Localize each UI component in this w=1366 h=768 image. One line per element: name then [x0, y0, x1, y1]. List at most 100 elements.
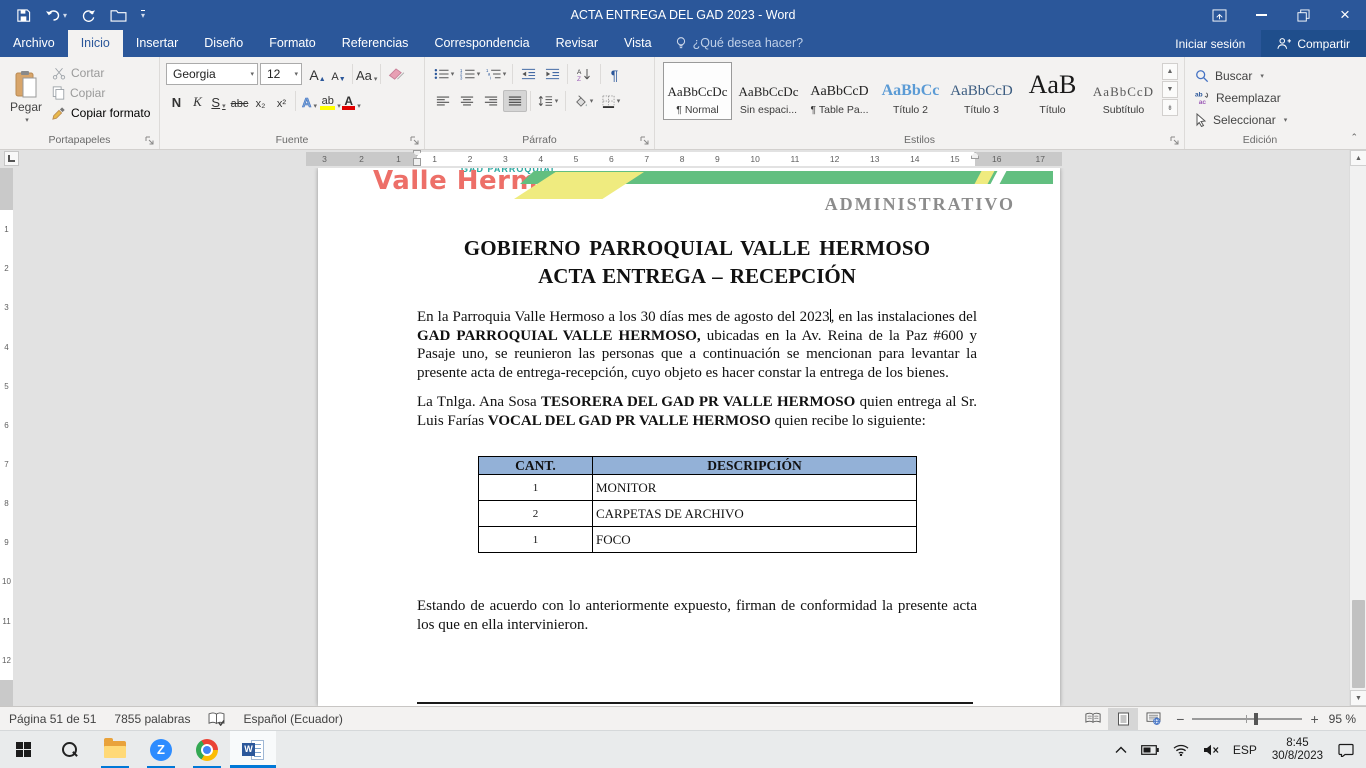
sort-button[interactable]: AZ — [571, 63, 597, 85]
restore-icon[interactable] — [1282, 0, 1324, 30]
superscript-button[interactable]: x² — [271, 90, 292, 112]
show-paragraph-marks-button[interactable]: ¶ — [604, 63, 625, 85]
zoom-out-icon[interactable]: − — [1176, 711, 1184, 727]
italic-button[interactable]: K — [187, 90, 208, 112]
tab-revisar[interactable]: Revisar — [543, 30, 611, 57]
collapse-ribbon-icon[interactable]: ⌃ — [1350, 132, 1358, 143]
styles-scroll-down-icon[interactable]: ▼ — [1162, 81, 1178, 98]
find-button[interactable]: Buscar▾ — [1195, 65, 1331, 87]
font-dialog-launcher[interactable] — [410, 136, 420, 146]
clear-formatting-button[interactable] — [384, 63, 408, 85]
align-right-button[interactable] — [479, 90, 503, 112]
change-case-button[interactable]: Aa▾ — [356, 63, 377, 85]
zoom-percentage[interactable]: 95 % — [1327, 712, 1366, 726]
tray-chevron-up-icon[interactable] — [1108, 731, 1134, 768]
paragraph-1[interactable]: En la Parroquia Valle Hermoso a los 30 d… — [417, 308, 977, 383]
minimize-icon[interactable] — [1240, 0, 1282, 30]
line-spacing-button[interactable]: ▾ — [534, 90, 562, 112]
share-button[interactable]: Compartir — [1261, 30, 1366, 57]
word-count[interactable]: 7855 palabras — [105, 707, 199, 730]
grow-font-button[interactable]: A▲ — [307, 63, 328, 85]
text-effects-button[interactable]: A▾ — [299, 90, 320, 112]
col-header-descripcion[interactable]: DESCRIPCIÓN — [593, 457, 917, 475]
taskbar-search-button[interactable] — [46, 731, 92, 768]
scroll-down-icon[interactable]: ▼ — [1350, 690, 1366, 706]
wifi-icon[interactable] — [1166, 731, 1196, 768]
style-titulo-3[interactable]: AaBbCcD Título 3 — [947, 62, 1016, 120]
web-layout-icon[interactable] — [1138, 708, 1168, 730]
tab-referencias[interactable]: Referencias — [329, 30, 422, 57]
paragraph-dialog-launcher[interactable] — [640, 136, 650, 146]
tab-correspondencia[interactable]: Correspondencia — [421, 30, 542, 57]
taskbar-clock[interactable]: 8:45 30/8/2023 — [1264, 737, 1331, 763]
style-normal[interactable]: AaBbCcDc ¶ Normal — [663, 62, 732, 120]
proofing-status[interactable] — [199, 707, 234, 730]
z-app-button[interactable]: Z — [138, 731, 184, 768]
shading-button[interactable]: ▾ — [569, 90, 597, 112]
highlight-button[interactable]: ab▾ — [320, 90, 341, 112]
start-button[interactable] — [0, 731, 46, 768]
doc-title-line2[interactable]: ACTA ENTREGA – RECEPCIÓN — [417, 264, 977, 289]
print-layout-icon[interactable] — [1108, 708, 1138, 730]
tab-diseno[interactable]: Diseño — [191, 30, 256, 57]
ribbon-display-options-icon[interactable] — [1198, 0, 1240, 30]
replace-button[interactable]: abac Reemplazar — [1195, 87, 1331, 109]
zoom-in-icon[interactable]: + — [1310, 711, 1318, 727]
style-titulo[interactable]: AaB Título — [1018, 62, 1087, 120]
underline-button[interactable]: S▾ — [208, 90, 229, 112]
bold-button[interactable]: N — [166, 90, 187, 112]
format-painter-button[interactable]: Copiar formato — [48, 105, 154, 121]
paragraph-3[interactable]: Estando de acuerdo con lo anteriormente … — [417, 597, 977, 634]
cut-button[interactable]: Cortar — [48, 65, 154, 81]
volume-muted-icon[interactable] — [1196, 731, 1226, 768]
close-icon[interactable]: × — [1324, 0, 1366, 30]
increase-indent-button[interactable] — [540, 63, 564, 85]
col-header-cant[interactable]: CANT. — [479, 457, 593, 475]
tell-me-box[interactable]: ¿Qué desea hacer? — [665, 30, 814, 57]
style-titulo-2[interactable]: AaBbCc Título 2 — [876, 62, 945, 120]
language-indicator[interactable]: Español (Ecuador) — [234, 707, 351, 730]
multilevel-list-button[interactable]: 1ai▾ — [483, 63, 509, 85]
keyboard-language[interactable]: ESP — [1226, 731, 1264, 768]
style-no-spacing[interactable]: AaBbCcDc Sin espaci... — [734, 62, 803, 120]
battery-icon[interactable] — [1134, 731, 1166, 768]
scrollbar-thumb[interactable] — [1352, 600, 1365, 688]
file-explorer-button[interactable] — [92, 731, 138, 768]
decrease-indent-button[interactable] — [516, 63, 540, 85]
doc-title-line1[interactable]: GOBIERNO PARROQUIAL VALLE HERMOSO — [417, 236, 977, 261]
tab-insertar[interactable]: Insertar — [123, 30, 191, 57]
styles-dialog-launcher[interactable] — [1170, 136, 1180, 146]
left-indent-marker[interactable] — [413, 158, 421, 166]
tab-vista[interactable]: Vista — [611, 30, 665, 57]
font-size-combo[interactable]: 12▾ — [260, 63, 302, 85]
document-content[interactable]: GOBIERNO PARROQUIAL VALLE HERMOSO ACTA E… — [417, 226, 977, 635]
redo-icon[interactable] — [81, 8, 96, 23]
subscript-button[interactable]: x₂ — [250, 90, 271, 112]
align-left-button[interactable] — [431, 90, 455, 112]
tab-inicio[interactable]: Inicio — [68, 30, 123, 57]
word-taskbar-button[interactable]: W — [230, 731, 276, 768]
vertical-scrollbar[interactable]: ▲ ▼ — [1349, 150, 1366, 706]
undo-icon[interactable]: ▾ — [45, 8, 67, 22]
tab-formato[interactable]: Formato — [256, 30, 329, 57]
items-table[interactable]: CANT. DESCRIPCIÓN 1 MONITOR — [478, 456, 917, 553]
styles-more-icon[interactable]: ⇟ — [1162, 99, 1178, 116]
strikethrough-button[interactable]: abc — [229, 90, 250, 112]
sign-in-button[interactable]: Iniciar sesión — [1159, 37, 1261, 51]
zoom-slider-thumb[interactable] — [1254, 713, 1258, 725]
borders-button[interactable]: ▾ — [597, 90, 625, 112]
save-icon[interactable] — [16, 8, 31, 23]
font-color-button[interactable]: A▾ — [341, 90, 362, 112]
align-center-button[interactable] — [455, 90, 479, 112]
read-mode-icon[interactable] — [1078, 708, 1108, 730]
numbering-button[interactable]: 123▾ — [457, 63, 483, 85]
zoom-slider[interactable]: − + — [1176, 711, 1318, 727]
shrink-font-button[interactable]: A▼ — [328, 63, 349, 85]
bullets-button[interactable]: ▾ — [431, 63, 457, 85]
font-family-combo[interactable]: Georgia▾ — [166, 63, 258, 85]
scroll-up-icon[interactable]: ▲ — [1350, 150, 1366, 166]
style-subtitulo[interactable]: AaBbCcD Subtítulo — [1089, 62, 1158, 120]
style-table-paragraph[interactable]: AaBbCcD ¶ Table Pa... — [805, 62, 874, 120]
justify-button[interactable] — [503, 90, 527, 112]
paste-button[interactable]: Pegar ▾ — [4, 61, 48, 133]
